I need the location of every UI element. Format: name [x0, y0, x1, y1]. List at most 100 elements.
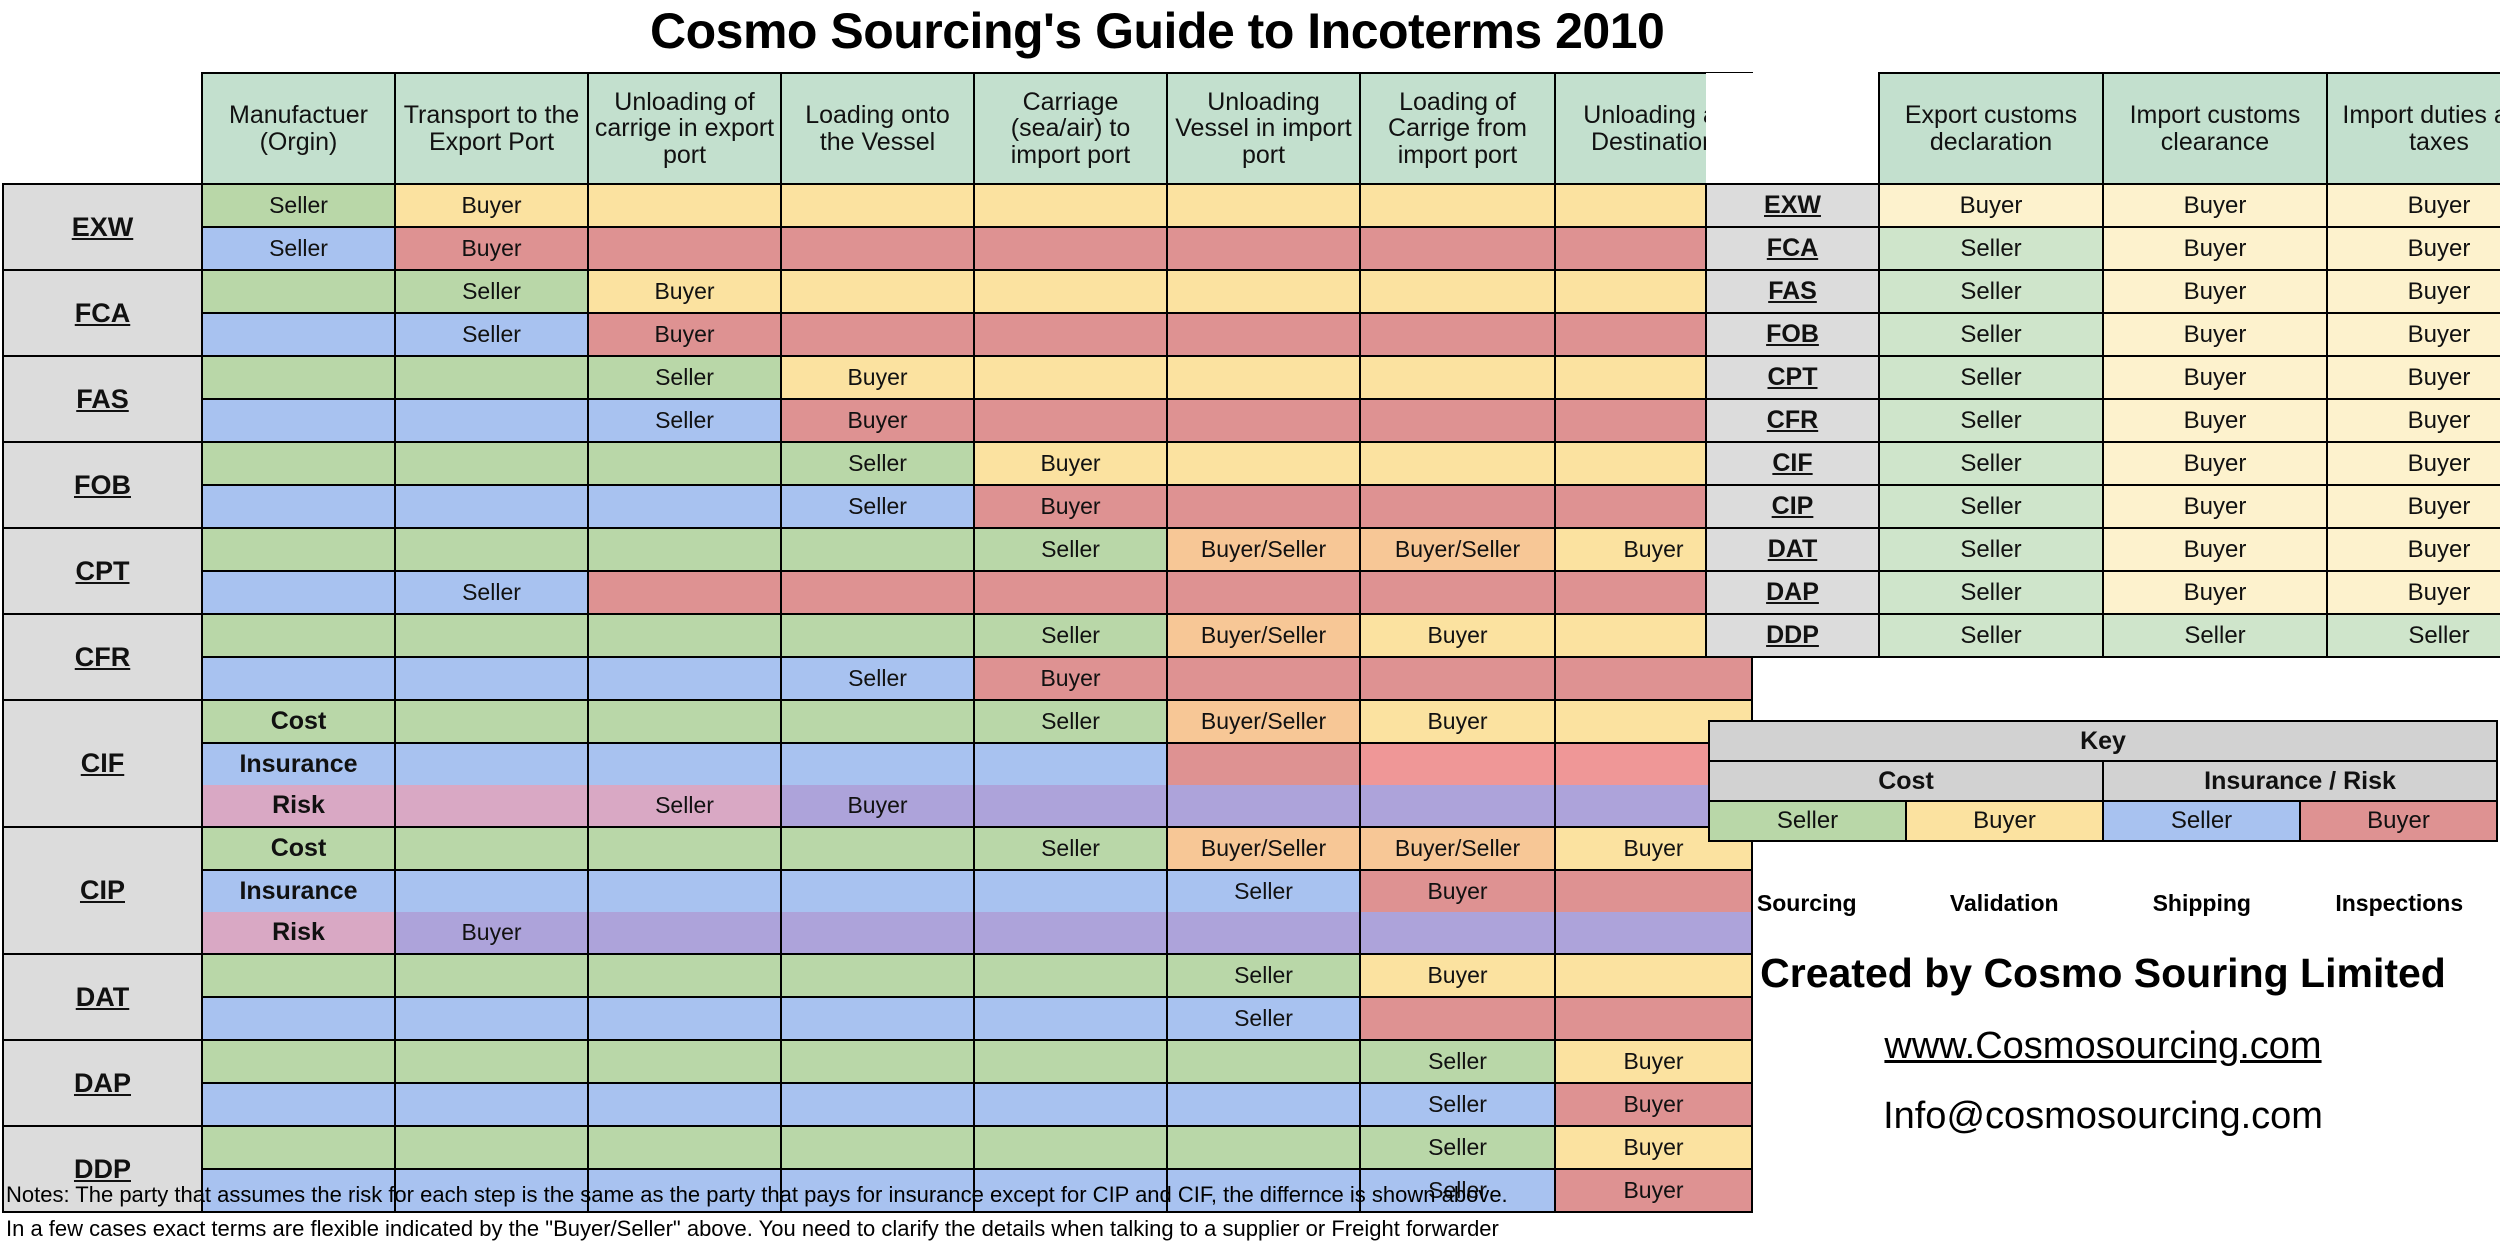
empty-cell — [587, 571, 782, 615]
responsibility-cell: Seller — [587, 355, 782, 400]
responsibility-cell: Buyer — [973, 657, 1168, 701]
empty-cell — [587, 485, 782, 529]
customs-responsibility-cell: Buyer — [2326, 226, 2500, 271]
empty-cell — [587, 657, 782, 701]
customs-incoterm-label-dap: DAP — [1705, 570, 1880, 615]
incoterm-label-fca: FCA — [2, 269, 203, 357]
column-header-transport-export-port: Transport to the Export Port — [394, 72, 589, 185]
customs-table: Export customs declaration Import custom… — [1705, 72, 2500, 658]
empty-cell — [587, 1039, 782, 1084]
table-row: CIP Cost Seller Buyer/Seller Buyer/Seller Buy… — [2, 826, 1753, 955]
empty-cell — [780, 1039, 975, 1084]
service-shipping: Shipping — [2152, 890, 2251, 916]
key-legend-table: Key Cost Insurance / Risk Seller Buyer S… — [1708, 720, 2498, 842]
empty-cell — [973, 785, 1168, 828]
table-row: CFR Seller Buyer Buyer — [1705, 398, 2500, 443]
website-link[interactable]: www.Cosmosourcing.com — [1708, 1025, 2498, 1068]
column-header-loading-vessel: Loading onto the Vessel — [780, 72, 975, 185]
incoterm-label-dap: DAP — [2, 1039, 203, 1127]
responsibility-cell: Buyer/Seller — [1166, 826, 1361, 871]
sub-row-label: Risk — [201, 912, 396, 955]
key-table-body: Key Cost Insurance / Risk Seller Buyer S… — [1708, 720, 2498, 842]
empty-cell — [394, 826, 589, 871]
empty-cell — [1166, 183, 1361, 228]
column-header-loading-carriage-import: Loading of Carrige from import port — [1359, 72, 1556, 185]
column-header-import-duties-taxes: Import duties and taxes — [2326, 72, 2500, 185]
responsibility-cell: Seller — [1359, 1125, 1556, 1170]
empty-cell — [1359, 997, 1556, 1041]
empty-cell — [394, 399, 589, 443]
empty-cell — [780, 227, 975, 271]
empty-cell — [587, 1125, 782, 1170]
empty-cell — [1166, 785, 1361, 828]
customs-responsibility-cell: Seller — [2326, 613, 2500, 658]
responsibility-cell: Buyer — [973, 485, 1168, 529]
customs-incoterm-label-exw: EXW — [1705, 183, 1880, 228]
incoterm-label-cip: CIP — [2, 826, 203, 955]
incoterm-label-cpt: CPT — [2, 527, 203, 615]
empty-cell — [201, 441, 396, 486]
empty-cell — [1359, 657, 1556, 701]
empty-cell — [1359, 355, 1556, 400]
responsibility-cell: Seller — [780, 485, 975, 529]
column-header-import-customs-clearance: Import customs clearance — [2102, 72, 2328, 185]
empty-cell — [587, 953, 782, 998]
empty-cell — [201, 657, 396, 701]
empty-cell — [587, 699, 782, 744]
responsibility-cell: Seller — [394, 571, 589, 615]
empty-cell — [201, 399, 396, 443]
customs-responsibility-cell: Seller — [2102, 613, 2328, 658]
customs-incoterm-label-dat: DAT — [1705, 527, 1880, 572]
customs-responsibility-cell: Buyer — [2102, 269, 2328, 314]
empty-cell — [780, 870, 975, 912]
customs-responsibility-cell: Buyer — [2102, 312, 2328, 357]
table-row: CIP Seller Buyer Buyer — [1705, 484, 2500, 529]
empty-cell — [394, 355, 589, 400]
incoterm-label-cfr: CFR — [2, 613, 203, 701]
table-row: Seller Buyer — [3, 485, 1753, 529]
empty-cell — [973, 997, 1168, 1041]
sub-row-label: Cost — [201, 699, 396, 744]
empty-cell — [780, 313, 975, 357]
empty-cell — [973, 743, 1168, 785]
empty-cell — [201, 313, 396, 357]
responsibility-cell: Seller — [780, 657, 975, 701]
customs-responsibility-cell: Buyer — [1878, 183, 2104, 228]
empty-cell — [201, 1083, 396, 1127]
responsibility-cell: Buyer — [1359, 699, 1556, 744]
table-row: Seller Buyer — [3, 1083, 1753, 1127]
incoterm-label-dat: DAT — [2, 953, 203, 1041]
service-inspections: Inspections — [2335, 890, 2464, 916]
empty-cell — [1166, 313, 1361, 357]
column-header-unloading-export-port: Unloading of carrige in export port — [587, 72, 782, 185]
incoterm-label-fob: FOB — [2, 441, 203, 529]
empty-cell — [780, 826, 975, 871]
customs-table-corner — [1706, 73, 1879, 184]
responsibility-cell: Buyer — [973, 441, 1168, 486]
responsibility-cell: Seller — [973, 699, 1168, 744]
empty-cell — [587, 441, 782, 486]
table-row: FCA Seller Buyer — [2, 269, 1753, 357]
email-link[interactable]: Info@cosmosourcing.com — [1708, 1095, 2498, 1138]
empty-cell — [394, 699, 589, 744]
table-row: DDP Seller Buyer — [2, 1125, 1753, 1213]
empty-cell — [780, 699, 975, 744]
table-row: FAS Seller Buyer — [2, 355, 1753, 443]
responsibility-cell: Seller — [973, 826, 1168, 871]
customs-responsibility-cell: Seller — [1878, 398, 2104, 443]
empty-cell — [587, 912, 782, 955]
responsibility-cell: Buyer — [394, 912, 589, 955]
table-row: Seller — [3, 571, 1753, 615]
empty-cell — [587, 1083, 782, 1127]
empty-cell — [587, 183, 782, 228]
customs-responsibility-cell: Buyer — [2102, 570, 2328, 615]
incoterms-infographic: Cosmo Sourcing's Guide to Incoterms 2010… — [0, 0, 2500, 1251]
empty-cell — [201, 571, 396, 615]
empty-cell — [1359, 399, 1556, 443]
services-list: Sourcing Validation Shipping Inspections — [1708, 890, 2498, 917]
table-row: Insurance Seller Buyer — [3, 870, 1753, 912]
empty-cell — [1359, 313, 1556, 357]
incoterm-label-cif: CIF — [2, 699, 203, 828]
table-row: CIF Cost Seller Buyer/Seller Buyer — [2, 699, 1753, 828]
customs-incoterm-label-cip: CIP — [1705, 484, 1880, 529]
